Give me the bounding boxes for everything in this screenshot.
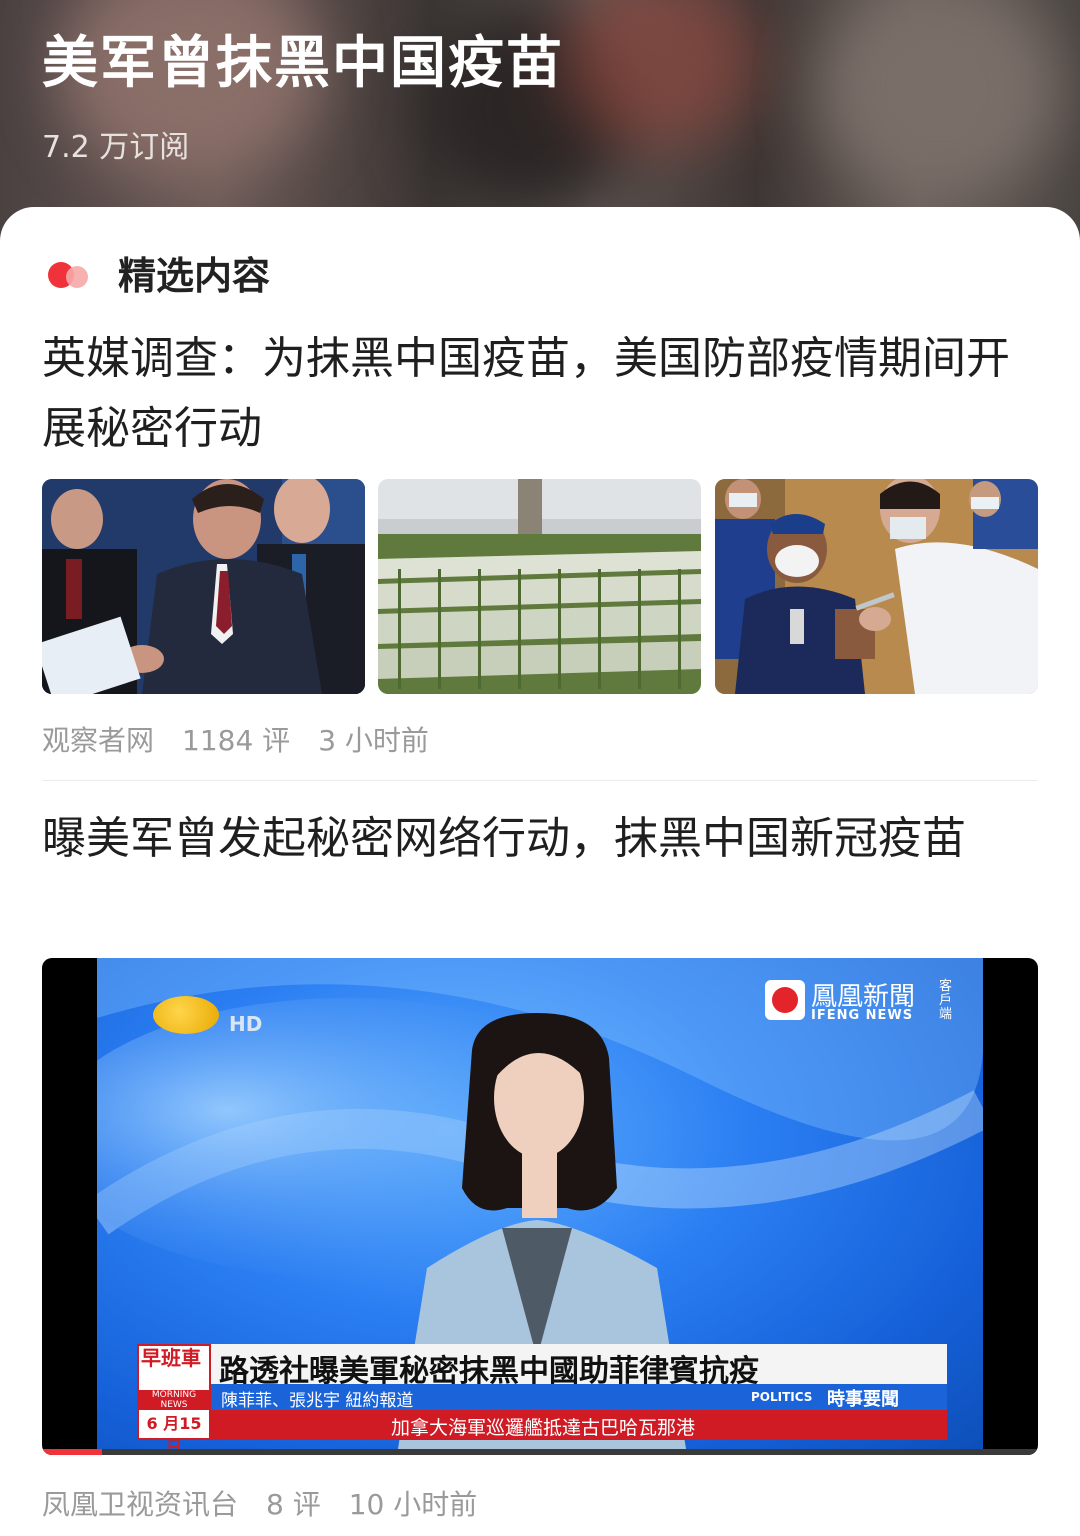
content-sheet: 精选内容 英媒调查：为抹黑中国疫苗，美国防部疫情期间开展秘密行动 观察者网 11… [0,207,1080,1536]
section-header: 精选内容 [44,247,271,298]
ifeng-logo-icon [765,980,805,1020]
program-badge: 早班車 MORNING NEWS 6 月15日 [137,1344,211,1455]
ifeng-brand-side: 客戶端 [939,979,953,1022]
article-divider [42,780,1038,781]
article-thumbnail-vaccination[interactable] [715,479,1038,694]
category: 時事要聞 [827,1389,899,1410]
article-source[interactable]: 观察者网 [42,719,154,759]
article-title[interactable]: 英媒调查：为抹黑中国疫苗，美国防部疫情期间开展秘密行动 [42,324,1032,464]
program-name-en: MORNING NEWS [139,1390,209,1410]
reporter-bar: 陳菲菲、張兆宇 紐約報道 POLITICS 時事要聞 [211,1384,947,1411]
article-meta: 凤凰卫视资讯台 8 评 10 小时前 [42,1483,477,1523]
program-name: 早班車 [141,1346,201,1370]
ticker-text: 加拿大海軍巡邏艦抵達古巴哈瓦那港 [391,1417,696,1439]
article-meta: 观察者网 1184 评 3 小时前 [42,719,429,759]
article-time: 3 小时前 [318,724,429,757]
article-thumbnail-flag-memorial[interactable] [378,479,701,694]
article-source[interactable]: 凤凰卫视资讯台 [42,1483,238,1523]
article-time: 10 小时前 [348,1488,478,1521]
video-frame: HD 鳳凰新聞 IFENG NEWS 客戶端 早班車 MORNING NEWS … [97,958,983,1455]
headline-bar: 路透社曝美軍秘密抹黑中國助菲律賓抗疫 [211,1344,947,1389]
article-title[interactable]: 曝美军曾发起秘密网络行动，抹黑中国新冠疫苗 [42,804,1032,874]
section-title: 精选内容 [118,253,271,298]
article-thumbnail-press-conference[interactable] [42,479,365,694]
topic-title: 美军曾抹黑中国疫苗 [42,31,564,96]
article-comment-count: 8 评 [266,1488,321,1521]
video-progress-track[interactable] [42,1449,1038,1455]
video-progress-fill [42,1449,102,1455]
video-player[interactable]: HD 鳳凰新聞 IFENG NEWS 客戶端 早班車 MORNING NEWS … [42,958,1038,1455]
hd-badge: HD [229,1012,263,1036]
ifeng-brand-en: IFENG NEWS [811,1008,914,1023]
article-comment-count: 1184 评 [182,724,291,757]
subscriber-count: 7.2 万订阅 [42,130,190,165]
featured-dots-icon [44,252,94,292]
category-en: POLITICS [751,1390,813,1404]
reporters: 陳菲菲、張兆宇 紐約報道 [221,1391,414,1411]
ticker-bar: 加拿大海軍巡邏艦抵達古巴哈瓦那港 [211,1410,947,1440]
channel-logo-icon [153,996,219,1034]
